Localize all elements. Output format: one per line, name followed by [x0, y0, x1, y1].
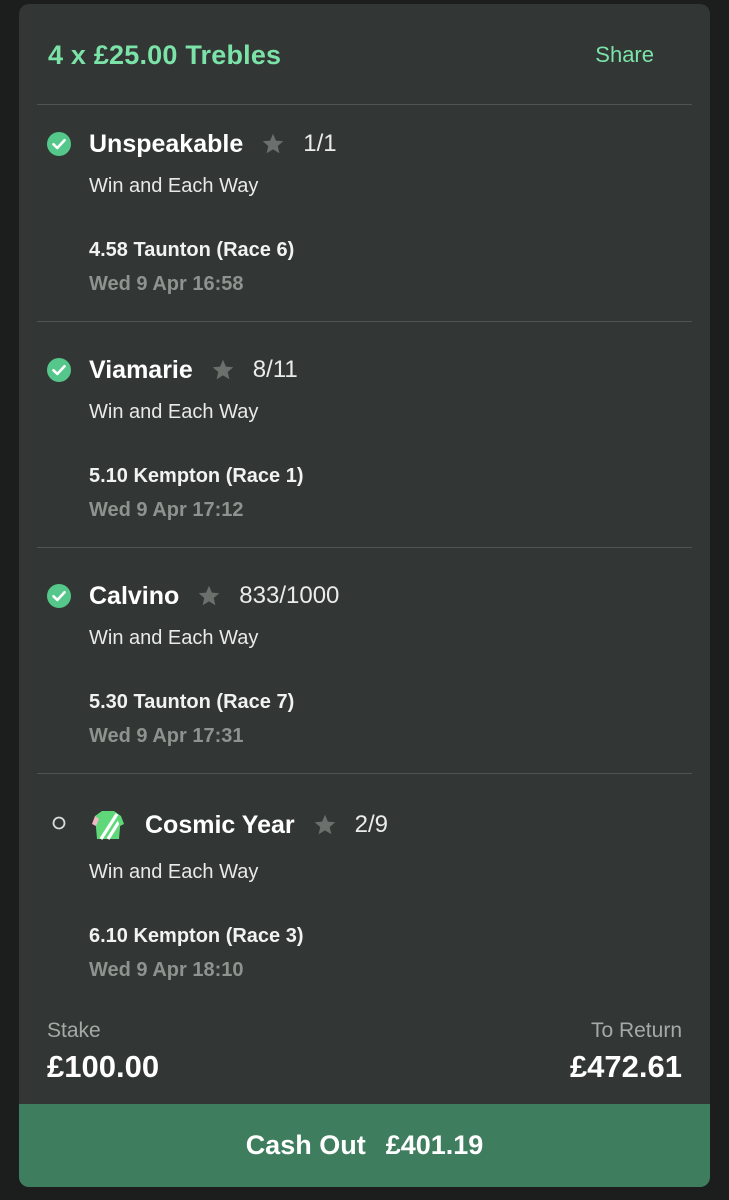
selection-calvino: Calvino 833/1000 Win and Each Way 5.30 T… — [19, 556, 710, 782]
horse-row: Cosmic Year 2/9 — [89, 808, 388, 842]
race-time: Wed 9 Apr 18:10 — [89, 959, 244, 981]
race-time: Wed 9 Apr 16:58 — [89, 273, 244, 295]
odds: 2/9 — [354, 811, 389, 838]
race-time: Wed 9 Apr 17:12 — [89, 499, 244, 521]
divider — [37, 547, 692, 548]
race-name[interactable]: 5.30 Taunton (Race 7) — [89, 691, 294, 714]
horse-row: Unspeakable 1/1 — [89, 127, 337, 161]
stake-value: £100.00 — [47, 1049, 160, 1084]
bet-card: 4 x £25.00 Trebles Share Unspeakable 1/1… — [19, 4, 710, 1187]
return-label: To Return — [590, 1019, 682, 1042]
horse-row: Viamarie 8/11 — [89, 353, 298, 387]
star-icon[interactable] — [261, 132, 285, 156]
bet-header: 4 x £25.00 Trebles Share — [19, 4, 710, 104]
selection-cosmic-year: Cosmic Year 2/9 Win and Each Way 6.10 Ke… — [19, 782, 710, 1008]
horse-name[interactable]: Unspeakable — [89, 130, 243, 159]
odds: 8/11 — [252, 356, 298, 383]
return-value: £472.61 — [569, 1049, 682, 1084]
race-name[interactable]: 6.10 Kempton (Race 3) — [89, 925, 304, 948]
share-button[interactable]: Share — [595, 42, 654, 68]
horse-row: Calvino 833/1000 — [89, 579, 339, 613]
selection-viamarie: Viamarie 8/11 Win and Each Way 5.10 Kemp… — [19, 330, 710, 556]
cash-out-label: Cash Out — [245, 1130, 366, 1160]
empty-circle-icon — [52, 816, 66, 830]
jockey-silks-icon — [92, 811, 124, 840]
stake-label: Stake — [47, 1019, 101, 1042]
market-label: Win and Each Way — [89, 175, 259, 197]
bet-title: 4 x £25.00 Trebles — [48, 40, 282, 70]
check-circle-icon — [47, 132, 71, 156]
market-label: Win and Each Way — [89, 861, 259, 883]
check-circle-icon — [47, 358, 71, 382]
race-name[interactable]: 5.10 Kempton (Race 1) — [89, 465, 304, 488]
odds: 1/1 — [303, 130, 337, 157]
divider — [37, 773, 692, 774]
race-time: Wed 9 Apr 17:31 — [89, 725, 244, 747]
horse-name[interactable]: Calvino — [89, 582, 179, 611]
cash-out-amount: £401.19 — [385, 1130, 484, 1160]
race-name[interactable]: 4.58 Taunton (Race 6) — [89, 239, 294, 262]
divider — [37, 321, 692, 322]
check-circle-icon — [47, 584, 71, 608]
star-icon[interactable] — [211, 358, 235, 382]
horse-name[interactable]: Cosmic Year — [145, 811, 295, 840]
horse-name[interactable]: Viamarie — [89, 356, 193, 385]
market-label: Win and Each Way — [89, 627, 259, 649]
star-icon[interactable] — [197, 584, 221, 608]
selection-unspeakable: Unspeakable 1/1 Win and Each Way 4.58 Ta… — [19, 104, 710, 330]
cash-out-button[interactable]: Cash Out £401.19 — [19, 1104, 710, 1187]
market-label: Win and Each Way — [89, 401, 259, 423]
odds: 833/1000 — [239, 582, 340, 609]
star-icon[interactable] — [313, 813, 337, 837]
